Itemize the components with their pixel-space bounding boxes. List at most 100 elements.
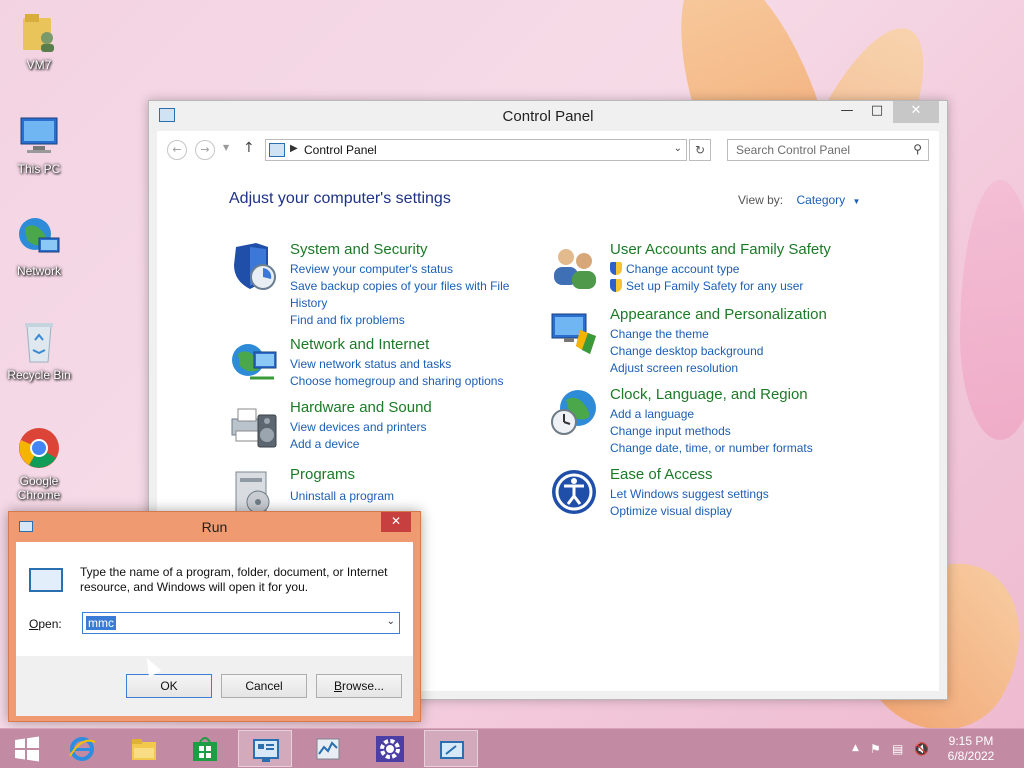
taskbar-run[interactable] [424, 730, 478, 767]
address-dropdown[interactable]: ⌄ [674, 143, 682, 154]
taskbar-performance-monitor[interactable] [301, 730, 355, 767]
taskbar-store[interactable] [178, 730, 232, 767]
link-change-theme[interactable]: Change the theme [610, 326, 840, 343]
link-homegroup-sharing[interactable]: Choose homegroup and sharing options [290, 373, 520, 390]
desktop-icon-recycle-bin[interactable]: Recycle Bin [4, 318, 74, 382]
recent-locations-dropdown[interactable]: ▼ [223, 143, 229, 152]
maximize-icon: □ [870, 103, 884, 118]
link-family-safety[interactable]: Set up Family Safety for any user [610, 278, 840, 295]
open-combobox[interactable]: mmc ⌄ [82, 612, 400, 634]
desktop-icon-network[interactable]: Network [4, 214, 74, 278]
link-change-account-type[interactable]: Change account type [610, 261, 840, 278]
link-input-methods[interactable]: Change input methods [610, 423, 840, 440]
link-screen-resolution[interactable]: Adjust screen resolution [610, 360, 840, 377]
volume-muted-icon[interactable]: 🔇 [914, 742, 929, 756]
run-icon [440, 741, 464, 759]
run-icon [29, 568, 63, 592]
desktop-icon-label: Google Chrome [17, 474, 61, 502]
close-icon: ✕ [390, 514, 402, 528]
refresh-button[interactable]: ↻ [689, 139, 711, 161]
desktop-icon-label: Recycle Bin [7, 368, 71, 382]
uac-shield-icon [610, 279, 622, 292]
run-description: Type the name of a program, folder, docu… [80, 565, 388, 594]
breadcrumb-control-panel[interactable]: Control Panel [304, 143, 377, 157]
printer-speaker-icon[interactable] [230, 401, 280, 451]
category-title[interactable]: Hardware and Sound [290, 399, 432, 416]
category-title[interactable]: Clock, Language, and Region [610, 386, 808, 403]
back-arrow-icon: ← [172, 143, 182, 156]
network-icon[interactable] [230, 338, 280, 388]
category-title[interactable]: User Accounts and Family Safety [610, 241, 831, 258]
security-shield-icon[interactable] [230, 243, 280, 293]
category-title[interactable]: Programs [290, 466, 355, 483]
link-windows-suggest[interactable]: Let Windows suggest settings [610, 486, 840, 503]
category-title[interactable]: Appearance and Personalization [610, 306, 827, 323]
view-by-dropdown[interactable]: Category [796, 193, 845, 207]
users-icon[interactable] [550, 243, 600, 293]
page-title: Adjust your computer's settings [229, 190, 451, 207]
action-center-flag-icon[interactable]: ⚑ [870, 742, 881, 756]
back-button[interactable]: ← [167, 140, 187, 160]
wallpaper-petal [960, 180, 1024, 440]
maximize-button[interactable]: □ [863, 101, 891, 123]
minimize-button[interactable]: — [833, 101, 861, 123]
run-dialog-title: Run [201, 519, 228, 535]
cancel-button[interactable]: Cancel [221, 674, 307, 698]
link-view-network-status[interactable]: View network status and tasks [290, 356, 520, 373]
control-panel-titlebar[interactable]: Control Panel — □ ✕ [149, 101, 947, 131]
desktop-icon-google-chrome[interactable]: Google Chrome [4, 424, 74, 502]
link-add-language[interactable]: Add a language [610, 406, 840, 423]
breadcrumb-separator-icon[interactable]: ▶ [290, 143, 298, 154]
chevron-up-icon[interactable]: ▲ [852, 743, 859, 753]
address-bar[interactable]: ▶ Control Panel ⌄ [265, 139, 687, 161]
user-folder-icon [15, 8, 63, 56]
clock-globe-icon[interactable] [550, 388, 600, 438]
link-date-time-formats[interactable]: Change date, time, or number formats [610, 440, 840, 457]
up-arrow-icon: ↑ [243, 140, 255, 156]
clock-time: 9:15 PM [948, 734, 994, 748]
desktop-icon-vm7[interactable]: VM7 [4, 8, 74, 72]
category-title[interactable]: Network and Internet [290, 336, 429, 353]
network-tray-icon[interactable]: ▤ [892, 742, 903, 756]
forward-button[interactable]: → [195, 140, 215, 160]
link-find-fix-problems[interactable]: Find and fix problems [290, 312, 520, 329]
link-review-status[interactable]: Review your computer's status [290, 261, 520, 278]
category-title[interactable]: Ease of Access [610, 466, 713, 483]
forward-arrow-icon: → [200, 143, 210, 156]
chevron-down-icon[interactable]: ⌄ [387, 616, 395, 627]
taskbar-internet-explorer[interactable] [55, 730, 109, 767]
close-button[interactable]: ✕ [893, 101, 939, 123]
windows-logo-icon [15, 736, 39, 762]
view-by: View by: Category ▼ [738, 193, 860, 207]
run-close-button[interactable]: ✕ [381, 512, 411, 532]
clock[interactable]: 9:15 PM 6/8/2022 [936, 734, 1006, 764]
clock-date: 6/8/2022 [947, 749, 995, 763]
up-button[interactable]: ↑ [243, 140, 255, 156]
link-save-backup-history[interactable]: History [290, 295, 520, 312]
taskbar-file-explorer[interactable] [117, 730, 171, 767]
link-uninstall-program[interactable]: Uninstall a program [290, 488, 520, 505]
folder-icon [132, 739, 156, 760]
run-titlebar[interactable]: Run ✕ [9, 512, 420, 542]
start-button[interactable] [0, 730, 54, 767]
taskbar: ▲ ⚑ ▤ 🔇 9:15 PM 6/8/2022 [0, 728, 1024, 768]
ease-of-access-icon[interactable] [550, 468, 600, 518]
category-title[interactable]: System and Security [290, 241, 428, 258]
search-icon[interactable]: ⚲ [913, 142, 922, 156]
recycle-bin-icon [15, 318, 63, 366]
browse-button[interactable]: Browse... [316, 674, 402, 698]
link-view-devices-printers[interactable]: View devices and printers [290, 419, 520, 436]
taskbar-control-panel[interactable] [238, 730, 292, 767]
link-change-background[interactable]: Change desktop background [610, 343, 840, 360]
chevron-down-icon[interactable]: ▼ [853, 197, 861, 206]
desktop-icon-this-pc[interactable]: This PC [4, 112, 74, 176]
link-save-backup[interactable]: Save backup copies of your files with Fi… [290, 278, 520, 295]
search-input[interactable]: Search Control Panel ⚲ [727, 139, 929, 161]
appearance-icon[interactable] [550, 308, 600, 358]
open-input-selected-text[interactable]: mmc [86, 616, 116, 630]
link-add-device[interactable]: Add a device [290, 436, 520, 453]
ok-button[interactable]: OK [126, 674, 212, 698]
link-optimize-visual[interactable]: Optimize visual display [610, 503, 840, 520]
taskbar-settings[interactable] [363, 730, 417, 767]
desktop-icon-label: Network [16, 264, 61, 278]
